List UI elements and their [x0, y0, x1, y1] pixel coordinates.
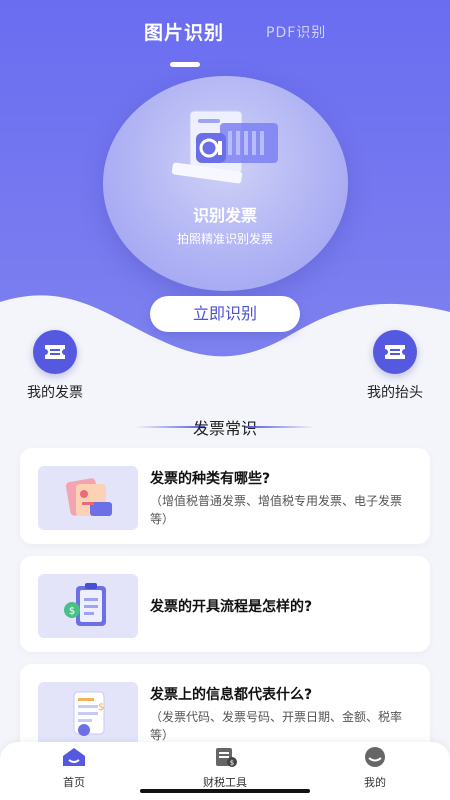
- ticket-icon: [33, 330, 77, 374]
- invoice-types-thumbnail: [38, 466, 138, 530]
- article-description: （发票代码、发票号码、开票日期、金额、税率等）: [150, 710, 403, 742]
- svg-text:$: $: [98, 702, 104, 713]
- article-title: 发票的开具流程是怎样的?: [150, 599, 313, 615]
- tax-tools-icon: $: [216, 748, 237, 767]
- tab-image-recognition[interactable]: 图片识别: [144, 18, 224, 45]
- nav-home-label: 首页: [63, 776, 85, 789]
- article-title: 发票上的信息都代表什么?: [150, 687, 313, 703]
- recognition-tabs: 图片识别 PDF识别: [0, 18, 450, 67]
- article-card[interactable]: $ 发票的开具流程是怎样的?: [20, 556, 430, 652]
- profile-icon: [365, 747, 385, 767]
- home-indicator: [140, 789, 310, 793]
- tab-pdf-recognition[interactable]: PDF识别: [266, 22, 326, 42]
- nav-home[interactable]: 首页: [24, 746, 124, 790]
- invoice-info-thumbnail: $: [38, 682, 138, 746]
- my-headers-label: 我的抬头: [367, 385, 423, 401]
- nav-tax-tools-label: 财税工具: [203, 776, 247, 789]
- recognize-now-button[interactable]: 立即识别: [150, 296, 300, 332]
- hero-title: 识别发票: [192, 206, 257, 225]
- invoice-scan-illustration: [171, 110, 278, 184]
- home-icon: [63, 748, 85, 766]
- section-divider-right: [245, 426, 315, 428]
- active-tab-indicator: [170, 62, 200, 67]
- issuing-process-thumbnail: $: [38, 574, 138, 638]
- nav-mine-label: 我的: [364, 776, 386, 789]
- hero-subtitle: 拍照精准识别发票: [176, 232, 273, 246]
- article-description: （增值税普通发票、增值税专用发票、电子发票等）: [150, 494, 403, 526]
- article-title: 发票的种类有哪些?: [150, 471, 271, 487]
- section-title: 发票常识: [192, 419, 257, 438]
- nav-tax-tools[interactable]: $ 财税工具: [175, 746, 275, 790]
- article-card[interactable]: 发票的种类有哪些? （增值税普通发票、增值税专用发票、电子发票等）: [20, 448, 430, 544]
- svg-text:$: $: [69, 606, 75, 617]
- svg-text:$: $: [230, 759, 234, 767]
- my-invoices-button[interactable]: 我的发票: [0, 330, 110, 402]
- my-headers-button[interactable]: 我的抬头: [340, 330, 450, 402]
- ticket-icon: [373, 330, 417, 374]
- my-invoices-label: 我的发票: [27, 385, 83, 401]
- nav-mine[interactable]: 我的: [325, 746, 425, 790]
